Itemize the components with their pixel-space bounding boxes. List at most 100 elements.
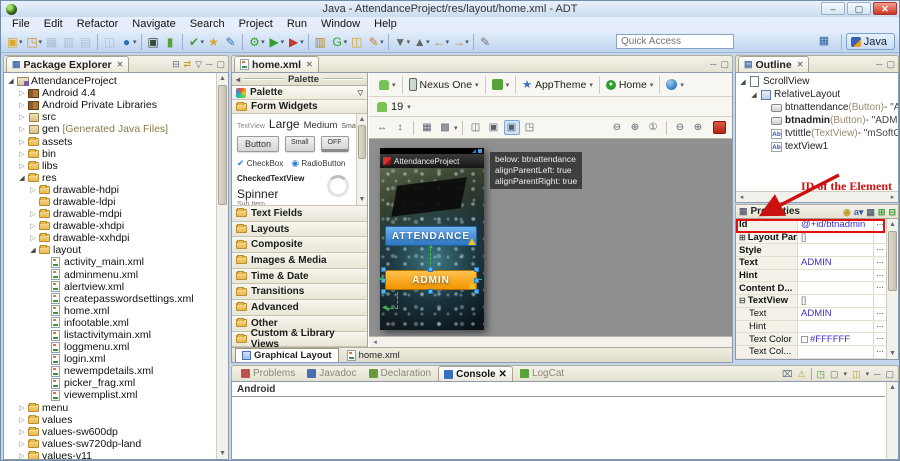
tree-expanded-icon[interactable]: ◢ <box>28 246 38 254</box>
minimize-panel-icon[interactable]: ─ <box>206 58 212 70</box>
tab-home-xml[interactable]: home.xml ✕ <box>234 56 319 72</box>
dropdown-caret-icon[interactable]: ▾ <box>300 38 304 46</box>
menu-project[interactable]: Project <box>232 18 280 30</box>
close-icon[interactable]: ✕ <box>306 60 313 69</box>
quick-access-input[interactable] <box>616 34 734 49</box>
dropdown-caret-icon[interactable]: ▾ <box>446 38 450 46</box>
property-value[interactable]: ADMIN <box>798 308 873 319</box>
lint-pen-icon[interactable]: ✎ <box>222 33 239 50</box>
selection-handle[interactable] <box>474 267 479 272</box>
tree-collapsed-icon[interactable]: ▷ <box>17 125 27 133</box>
tree-item[interactable]: viewemplist.xml <box>6 389 216 401</box>
coverage-icon[interactable]: ▥ <box>312 33 329 50</box>
property-more-button[interactable]: ⋯ <box>873 219 886 231</box>
minimize-panel-icon[interactable]: ─ <box>876 58 882 70</box>
minimize-panel-icon[interactable]: ─ <box>874 368 880 380</box>
zoom-out-icon[interactable]: ⊖ <box>672 120 688 135</box>
tree-item[interactable]: ▷ values-sw720dp-land <box>6 438 216 450</box>
tree-collapsed-icon[interactable]: ▷ <box>17 101 27 109</box>
dropdown-caret-icon[interactable]: ▾ <box>133 38 137 46</box>
tree-collapsed-icon[interactable]: ▷ <box>17 162 27 170</box>
maximize-panel-icon[interactable]: ▢ <box>885 368 894 380</box>
tree-item[interactable]: listactivitymain.xml <box>6 329 216 341</box>
sort-alpha-icon[interactable]: a▾ <box>854 206 864 218</box>
menu-window[interactable]: Window <box>314 18 367 30</box>
tree-collapsed-icon[interactable]: ▷ <box>17 113 27 121</box>
tree-item[interactable]: home.xml <box>6 305 216 317</box>
tree-item[interactable]: loggmenu.xml <box>6 341 216 353</box>
api-level-selector[interactable]: 19 ▾ <box>369 97 732 117</box>
dropdown-caret-icon[interactable]: ▾ <box>465 38 469 46</box>
tree-item[interactable]: ▷ bin <box>6 148 216 160</box>
show-margins-icon[interactable]: ◫ <box>468 120 484 135</box>
zoom-in-icon[interactable]: ⊕ <box>690 120 706 135</box>
render-error-icon[interactable] <box>713 121 726 134</box>
category-text-fields[interactable]: Text Fields <box>232 206 367 222</box>
property-row[interactable]: Hint ⋯ <box>736 269 886 283</box>
palette-textview-medium[interactable]: Medium <box>304 120 338 131</box>
pin-console-icon[interactable]: ◳ <box>817 368 826 380</box>
locale-selector[interactable]: ▾ <box>660 76 690 94</box>
category-custom-library-views[interactable]: Custom & Library Views <box>232 328 367 350</box>
property-more-button[interactable]: ⋯ <box>873 307 886 320</box>
menu-navigate[interactable]: Navigate <box>125 18 182 30</box>
dropdown-caret-icon[interactable]: ▾ <box>39 38 43 46</box>
property-row[interactable]: Text Color #FFFFFF ⋯ <box>736 333 886 346</box>
dropdown-caret-icon[interactable]: ▾ <box>344 38 348 46</box>
console-scrollbar[interactable]: ▲ <box>886 382 898 459</box>
tree-item[interactable]: alertview.xml <box>6 281 216 293</box>
tree-expanded-icon[interactable]: ◢ <box>738 78 748 86</box>
property-row[interactable]: Content D... ⋯ <box>736 282 886 296</box>
tree-item[interactable]: ▷ drawable-mdpi <box>6 208 216 220</box>
palette-dropdown[interactable]: Palette ▽ <box>232 86 367 100</box>
palette-toggle-button[interactable]: OFF <box>320 136 349 152</box>
collapse-icon[interactable]: ⊟ <box>739 296 746 305</box>
theme-selector[interactable]: ★ AppTheme ▾ <box>516 75 600 94</box>
category-time-date[interactable]: Time & Date <box>232 268 367 285</box>
menu-run[interactable]: Run <box>280 18 314 30</box>
tree-collapsed-icon[interactable]: ▷ <box>28 222 38 230</box>
zoom-fit-icon[interactable]: ⊕ <box>627 120 643 135</box>
tree-item[interactable]: ▷ Android 4.4 <box>6 87 216 99</box>
property-row[interactable]: Text ADMIN ⋯ <box>736 257 886 270</box>
property-more-button[interactable]: ⋯ <box>873 257 886 269</box>
dropdown-caret-icon[interactable]: ▾ <box>19 38 23 46</box>
selection-handle[interactable] <box>381 267 386 272</box>
close-button[interactable]: ✕ <box>873 2 897 15</box>
tree-item[interactable]: ▷ src <box>6 111 216 123</box>
menu-refactor[interactable]: Refactor <box>70 18 126 30</box>
advanced-properties-icon[interactable]: ▦ <box>866 206 875 218</box>
package-explorer-scrollbar[interactable]: ▲ ▼ <box>216 73 228 459</box>
property-more-button[interactable]: ⋯ <box>873 320 886 333</box>
selection-handle[interactable] <box>381 289 386 294</box>
tab-graphical-layout[interactable]: Graphical Layout <box>235 348 339 362</box>
tree-item[interactable]: ◢ AttendanceProject <box>6 75 216 87</box>
property-row[interactable]: Text Col... ⋯ <box>736 345 886 359</box>
category-composite[interactable]: Composite <box>232 237 367 254</box>
maximize-button[interactable]: ▢ <box>847 2 871 15</box>
property-row[interactable]: ⊟ TextView[] <box>736 295 886 308</box>
expand-all-icon[interactable]: ⊞ <box>878 206 886 218</box>
tree-item[interactable]: ▷ values-v11 <box>6 450 216 459</box>
tree-item[interactable]: ▷ values <box>6 414 216 426</box>
tab-logcat[interactable]: LogCat <box>515 366 569 381</box>
remove-launch-icon[interactable]: ⌧ <box>782 368 792 380</box>
tree-item[interactable]: ▷ libs <box>6 160 216 172</box>
last-edit-icon[interactable]: ✎ <box>477 33 494 50</box>
collapse-all-icon[interactable]: ⊟ <box>888 206 896 218</box>
category-advanced[interactable]: Advanced <box>232 300 367 316</box>
dropdown-caret-icon[interactable]: ▾ <box>201 38 205 46</box>
menu-help[interactable]: Help <box>367 18 404 30</box>
new-android-xml-icon[interactable]: ★ <box>205 33 222 50</box>
tree-item[interactable]: ◢ layout <box>6 244 216 256</box>
tree-collapsed-icon[interactable]: ▷ <box>17 89 27 97</box>
minimize-panel-icon[interactable]: ─ <box>710 58 716 70</box>
maximize-panel-icon[interactable]: ▢ <box>216 58 225 70</box>
palette-button[interactable]: Button <box>237 136 280 152</box>
property-more-button[interactable]: ⋯ <box>873 345 886 358</box>
orientation-selector[interactable]: ▾ <box>486 75 517 94</box>
close-icon[interactable]: ✕ <box>499 369 507 380</box>
dropdown-caret-icon[interactable]: ▾ <box>426 38 430 46</box>
link-with-editor-icon[interactable]: ⇄ <box>184 58 192 70</box>
tree-collapsed-icon[interactable]: ▷ <box>28 234 38 242</box>
